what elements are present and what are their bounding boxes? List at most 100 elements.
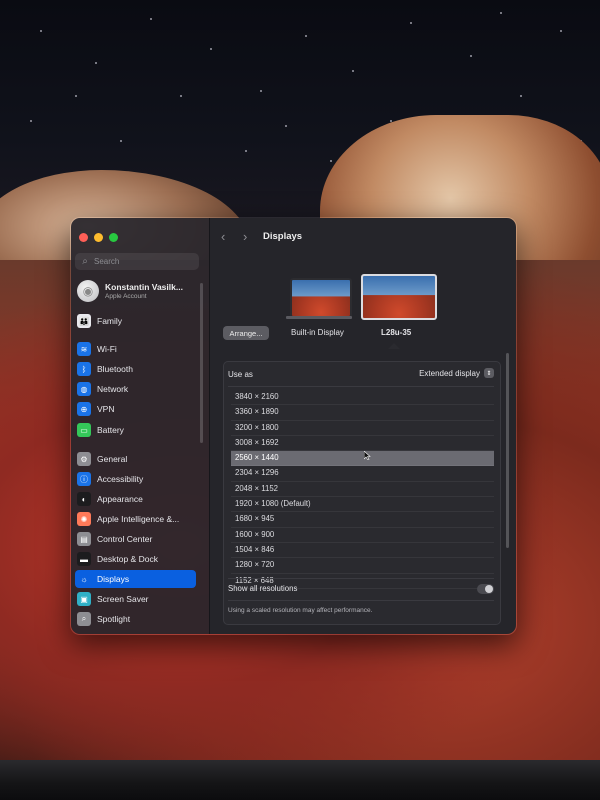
search-input[interactable] bbox=[92, 256, 196, 267]
star bbox=[560, 30, 562, 32]
sidebar-item-label: Network bbox=[97, 384, 129, 394]
apple-account-item[interactable]: ◉ Konstantin Vasilk... Apple Account bbox=[77, 279, 201, 303]
resolution-option[interactable]: 3200 × 1800 bbox=[231, 421, 494, 436]
sidebar-item-bluetooth[interactable]: ᛒ Bluetooth bbox=[75, 360, 196, 378]
gear-icon: ⚙ bbox=[77, 452, 91, 466]
forward-chevron-icon[interactable]: › bbox=[243, 229, 247, 244]
sidebar-item-battery[interactable]: ▭ Battery bbox=[75, 421, 196, 439]
use-as-popup[interactable]: Extended display ⇕ bbox=[419, 368, 494, 378]
star bbox=[150, 18, 152, 20]
toggle-knob bbox=[485, 585, 493, 593]
sidebar-item-label: Appearance bbox=[97, 494, 143, 504]
sidebar-item-wi-fi[interactable]: ≋ Wi-Fi bbox=[75, 340, 196, 358]
resolution-option[interactable]: 2304 × 1296 bbox=[231, 466, 494, 482]
search-icon: ⌕ bbox=[82, 256, 88, 267]
dock-icon: ▬ bbox=[77, 552, 91, 566]
window-controls bbox=[79, 233, 118, 242]
sidebar-item-label: Accessibility bbox=[97, 474, 144, 484]
star bbox=[260, 90, 262, 92]
resolution-list: 3840 × 2160 3360 × 1890 3200 × 1800 3008 × … bbox=[231, 390, 494, 589]
sidebar-item-general[interactable]: ⚙ General bbox=[75, 450, 196, 468]
resolution-option[interactable]: 1504 × 846 bbox=[231, 543, 494, 559]
sidebar: ⌕ ◉ Konstantin Vasilk... Apple Account 👪… bbox=[71, 218, 209, 634]
resolution-option[interactable]: 2560 × 1440 bbox=[231, 451, 494, 467]
sidebar-item-displays[interactable]: ☼ Displays bbox=[75, 570, 196, 588]
accessibility-icon: ⓘ bbox=[77, 472, 91, 486]
sidebar-item-control-center[interactable]: ▤ Control Center bbox=[75, 530, 196, 548]
star bbox=[40, 30, 42, 32]
display-settings-panel: Use as Extended display ⇕ 3840 × 2160 336… bbox=[223, 361, 501, 625]
sidebar-item-network[interactable]: ◍ Network bbox=[75, 380, 196, 398]
laptop-base bbox=[286, 316, 352, 319]
resolution-option[interactable]: 3360 × 1890 bbox=[231, 405, 494, 421]
display-label-external: L28u-35 bbox=[381, 328, 412, 337]
star bbox=[330, 160, 332, 162]
star bbox=[470, 55, 472, 57]
sidebar-item-appearance[interactable]: ◐ Appearance bbox=[75, 490, 196, 508]
sidebar-scrollbar[interactable] bbox=[200, 283, 203, 443]
divider bbox=[228, 600, 494, 601]
star bbox=[520, 95, 522, 97]
arrange-button[interactable]: Arrange... bbox=[223, 326, 269, 340]
sidebar-item-label: Displays bbox=[97, 574, 130, 584]
sidebar-item-spotlight[interactable]: ⌕ Spotlight bbox=[75, 610, 196, 628]
mouse-pointer-icon bbox=[364, 451, 371, 460]
sidebar-item-apple-intelligence[interactable]: ✺ Apple Intelligence &... bbox=[75, 510, 196, 528]
star bbox=[30, 120, 32, 122]
sidebar-item-label: Spotlight bbox=[97, 614, 131, 624]
resolution-option[interactable]: 1920 × 1080 (Default) bbox=[231, 497, 494, 513]
sidebar-item-label: Bluetooth bbox=[97, 364, 133, 374]
use-as-label: Use as bbox=[228, 370, 253, 379]
star bbox=[352, 70, 354, 72]
search-field[interactable]: ⌕ bbox=[75, 253, 199, 270]
star bbox=[75, 95, 77, 97]
divider bbox=[228, 386, 494, 387]
minimize-button[interactable] bbox=[94, 233, 103, 242]
sidebar-item-label: Apple Intelligence &... bbox=[97, 514, 180, 524]
sidebar-item-label: Screen Saver bbox=[97, 594, 149, 604]
star bbox=[285, 125, 287, 127]
resolution-option[interactable]: 1600 × 900 bbox=[231, 528, 494, 543]
star bbox=[210, 48, 212, 50]
divider bbox=[228, 578, 494, 579]
display-thumbnail bbox=[290, 278, 352, 318]
sidebar-item-accessibility[interactable]: ⓘ Accessibility bbox=[75, 470, 196, 488]
sidebar-item-label: General bbox=[97, 454, 128, 464]
sidebar-item-label: Desktop & Dock bbox=[97, 554, 158, 564]
account-name: Konstantin Vasilk... bbox=[105, 282, 183, 292]
resolution-option[interactable]: 1680 × 945 bbox=[231, 512, 494, 528]
use-as-value: Extended display bbox=[419, 368, 480, 378]
system-settings-window: ⌕ ◉ Konstantin Vasilk... Apple Account 👪… bbox=[70, 217, 517, 635]
close-button[interactable] bbox=[79, 233, 88, 242]
family-icon: 👪 bbox=[77, 314, 91, 328]
zoom-button[interactable] bbox=[109, 233, 118, 242]
sidebar-item-desktop-dock[interactable]: ▬ Desktop & Dock bbox=[75, 550, 196, 568]
sidebar-item-label: Family bbox=[97, 316, 123, 326]
sidebar-item-screen-saver[interactable]: ▣ Screen Saver bbox=[75, 590, 196, 608]
star bbox=[95, 62, 97, 64]
selection-pointer bbox=[388, 343, 400, 349]
content-scrollbar[interactable] bbox=[506, 353, 509, 548]
show-all-resolutions-toggle[interactable] bbox=[477, 584, 494, 594]
displays-pane: ‹ › Displays Built-in Display L28u-35 Ar… bbox=[209, 218, 516, 634]
resolution-option[interactable]: 2048 × 1152 bbox=[231, 482, 494, 498]
avatar: ◉ bbox=[77, 280, 99, 302]
resolution-option[interactable]: 3008 × 1692 bbox=[231, 436, 494, 452]
account-subtitle: Apple Account bbox=[105, 293, 147, 300]
displays-icon: ☼ bbox=[80, 574, 88, 584]
appearance-icon: ◐ bbox=[77, 492, 91, 506]
display-thumbnail bbox=[361, 274, 437, 320]
sidebar-item-family[interactable]: 👪 Family bbox=[75, 312, 196, 330]
spotlight-icon: ⌕ bbox=[77, 612, 91, 626]
bluetooth-icon: ᛒ bbox=[77, 362, 91, 376]
star bbox=[180, 95, 182, 97]
sidebar-item-vpn[interactable]: ⊕ VPN bbox=[75, 400, 196, 418]
sidebar-item-label: Wi-Fi bbox=[97, 344, 117, 354]
show-all-resolutions-label: Show all resolutions bbox=[228, 584, 298, 593]
control-center-icon: ▤ bbox=[77, 532, 91, 546]
resolution-option[interactable]: 3840 × 2160 bbox=[231, 390, 494, 406]
star bbox=[410, 22, 412, 24]
back-chevron-icon[interactable]: ‹ bbox=[221, 229, 225, 244]
star bbox=[120, 140, 122, 142]
resolution-option[interactable]: 1280 × 720 bbox=[231, 558, 494, 574]
